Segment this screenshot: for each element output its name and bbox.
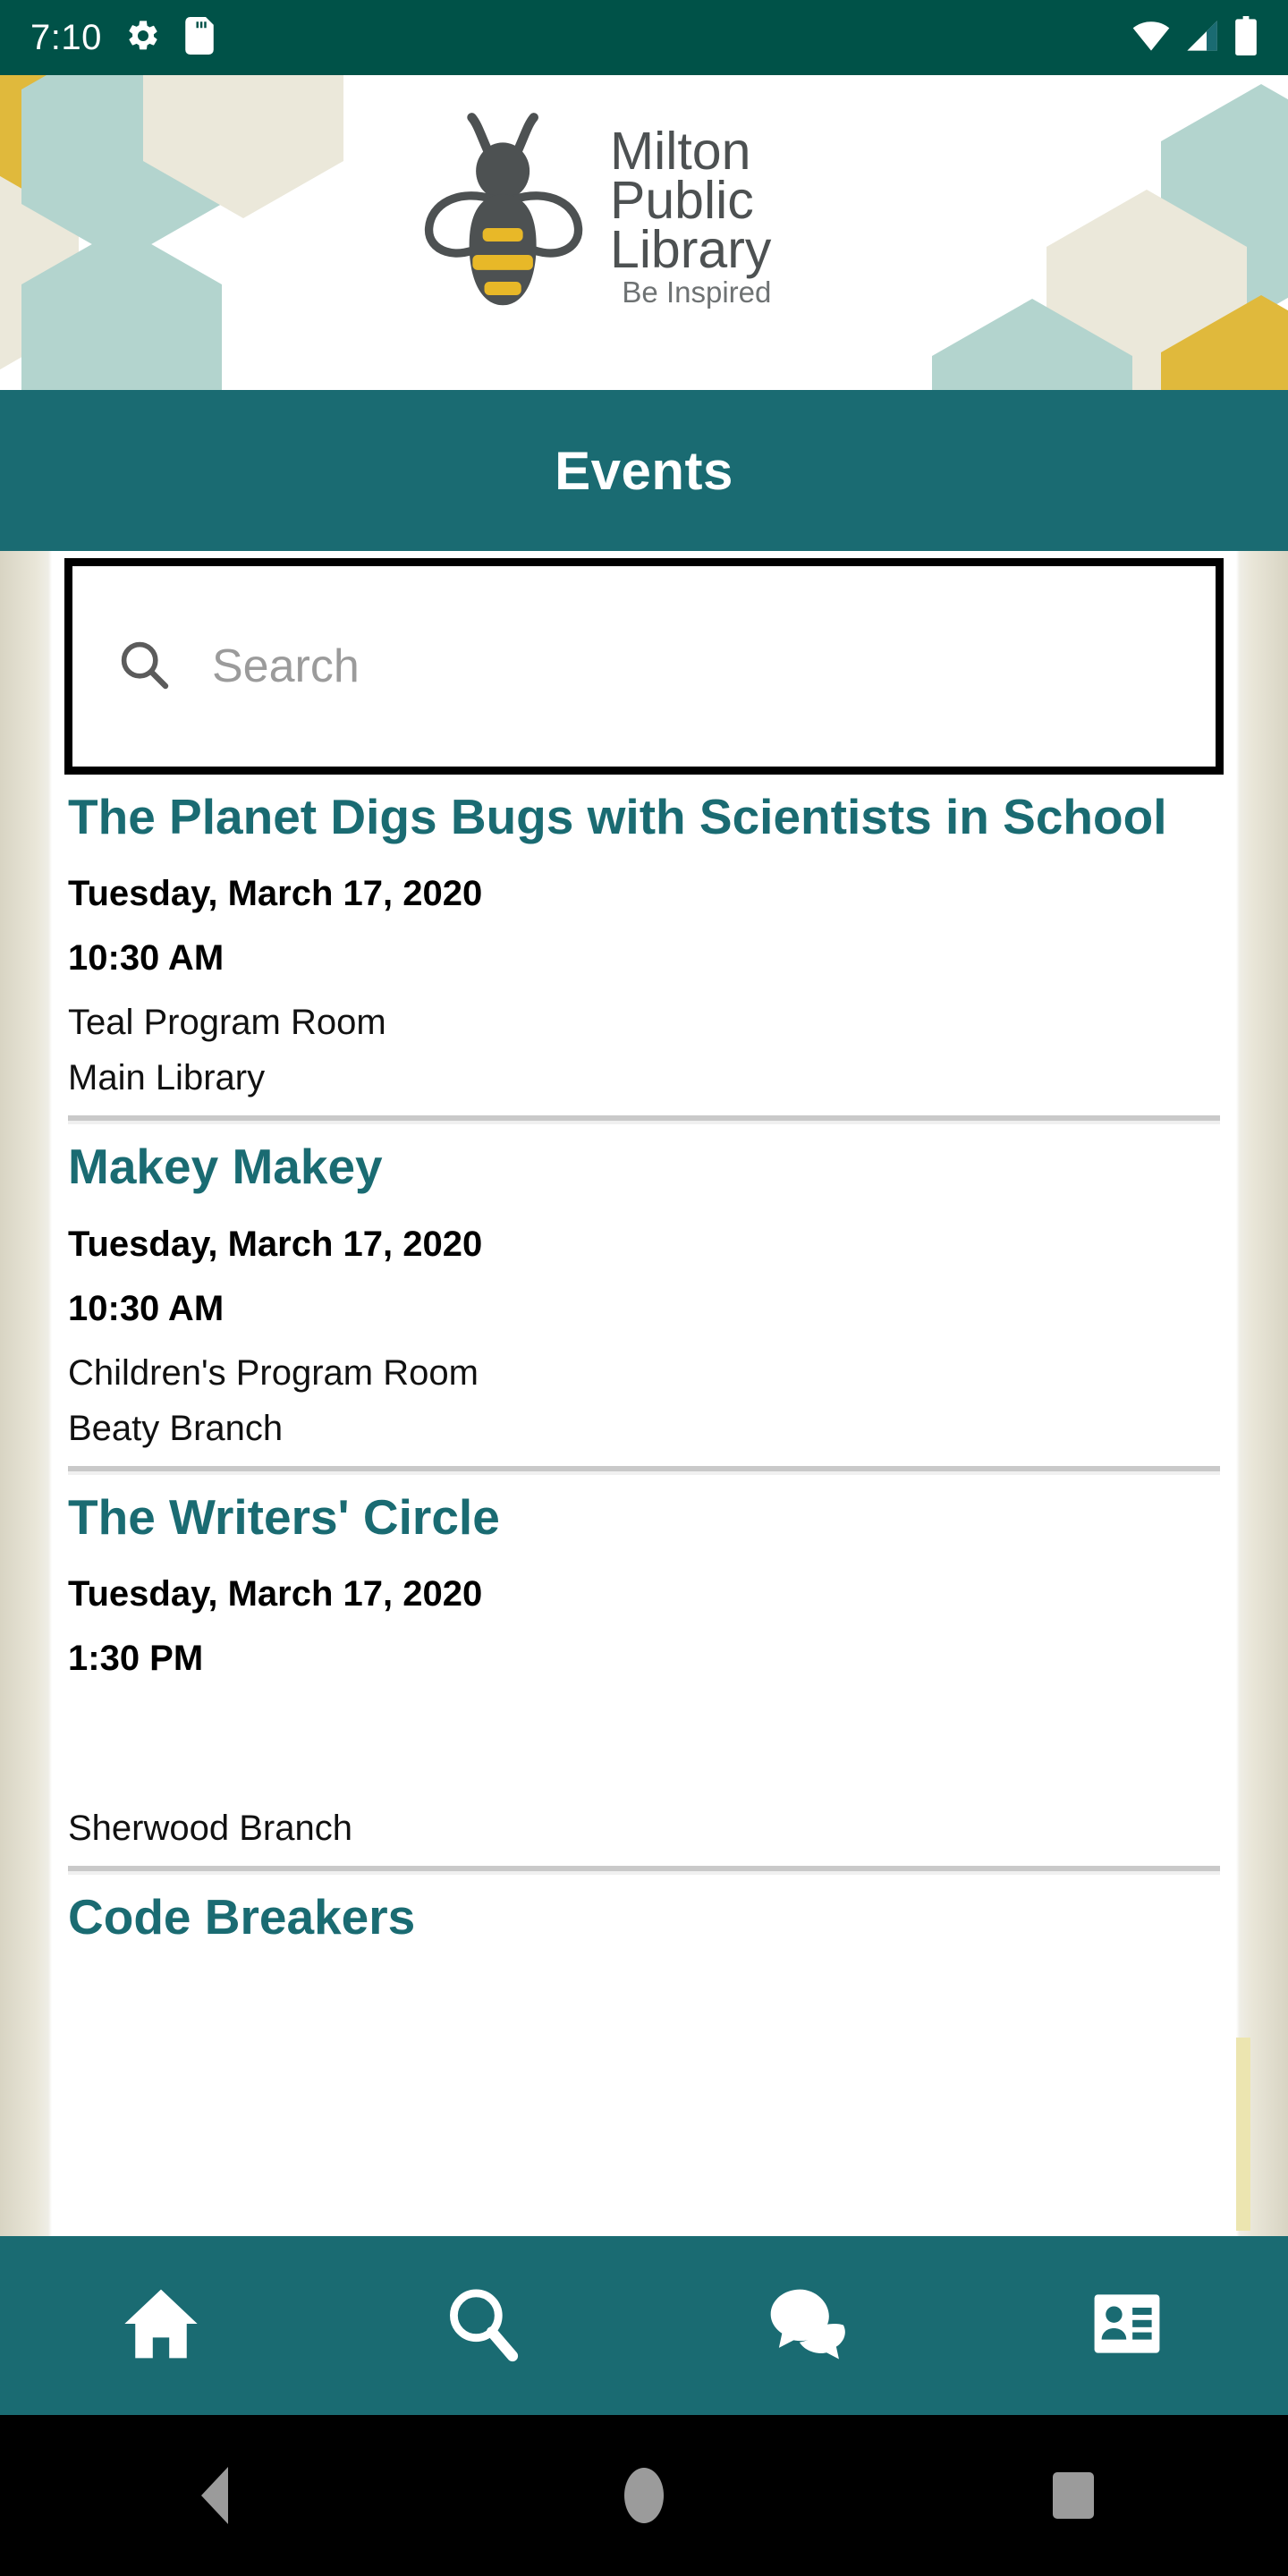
- list-item[interactable]: Code Breakers: [52, 1875, 1236, 1944]
- event-branch: Sherwood Branch: [68, 1809, 352, 1849]
- vertical-scrollbar[interactable]: [1236, 2038, 1250, 2231]
- search-placeholder: Search: [212, 640, 360, 692]
- event-title[interactable]: The Planet Digs Bugs with Scientists in …: [68, 790, 1220, 843]
- list-divider: [68, 1115, 1220, 1125]
- content-area[interactable]: Search The Planet Digs Bugs with Scienti…: [0, 551, 1288, 2236]
- bottom-navigation-bar: [0, 2236, 1288, 2415]
- event-date: Tuesday, March 17, 2020: [68, 1574, 483, 1614]
- search-row: Search: [52, 551, 1236, 775]
- brand-tagline: Be Inspired: [622, 275, 772, 309]
- content-panel: Search The Planet Digs Bugs with Scienti…: [52, 551, 1236, 2236]
- status-bar-left: 7:10: [30, 16, 215, 59]
- event-title[interactable]: The Writers' Circle: [68, 1490, 1220, 1544]
- events-list: The Planet Digs Bugs with Scientists in …: [52, 775, 1236, 1945]
- android-navigation-bar: [0, 2415, 1288, 2576]
- status-bar-right: [1132, 15, 1258, 60]
- search-input[interactable]: Search: [64, 558, 1224, 775]
- event-room: Children's Program Room: [68, 1352, 479, 1393]
- brand-line-2: Public: [610, 170, 754, 230]
- wifi-icon: [1132, 17, 1170, 59]
- list-item[interactable]: Makey Makey Tuesday, March 17, 2020 10:3…: [52, 1124, 1236, 1475]
- event-title[interactable]: Makey Makey: [68, 1140, 1220, 1193]
- list-divider: [68, 1465, 1220, 1475]
- event-time: 10:30 AM: [68, 1288, 225, 1328]
- list-item[interactable]: The Writers' Circle Tuesday, March 17, 2…: [52, 1475, 1236, 1876]
- chat-bubbles-icon: [764, 2283, 846, 2369]
- app-screen: 7:10 Milton Public Library Be Inspired E…: [0, 0, 1288, 2576]
- event-branch: Main Library: [68, 1058, 266, 1098]
- list-item[interactable]: The Planet Digs Bugs with Scientists in …: [52, 775, 1236, 1125]
- android-back-button[interactable]: [0, 2467, 429, 2524]
- battery-icon: [1234, 15, 1258, 60]
- nav-card-button[interactable]: [966, 2236, 1288, 2415]
- nav-search-button[interactable]: [322, 2236, 644, 2415]
- page-header: Events: [0, 390, 1288, 551]
- recents-square-icon: [1053, 2472, 1094, 2519]
- search-icon: [115, 636, 173, 698]
- gear-icon: [125, 18, 161, 58]
- status-bar: 7:10: [0, 0, 1288, 75]
- contact-card-icon: [1086, 2283, 1168, 2369]
- event-branch: Beaty Branch: [68, 1408, 284, 1448]
- nav-home-button[interactable]: [0, 2236, 322, 2415]
- bee-icon: [420, 107, 589, 326]
- home-icon: [120, 2283, 202, 2369]
- sd-card-icon: [184, 16, 215, 59]
- event-title[interactable]: Code Breakers: [68, 1890, 1220, 1944]
- search-icon: [442, 2283, 524, 2369]
- home-circle-icon: [624, 2468, 664, 2523]
- event-time: 10:30 AM: [68, 938, 225, 979]
- event-time: 1:30 PM: [68, 1639, 204, 1679]
- library-logo: Milton Public Library Be Inspired: [420, 107, 771, 326]
- event-date: Tuesday, March 17, 2020: [68, 874, 483, 914]
- library-wordmark: Milton Public Library Be Inspired: [610, 121, 772, 309]
- android-recents-button[interactable]: [859, 2472, 1288, 2519]
- event-room: Teal Program Room: [68, 1003, 386, 1043]
- brand-line-1: Milton: [610, 121, 751, 181]
- status-clock: 7:10: [30, 18, 102, 57]
- nav-chat-button[interactable]: [644, 2236, 966, 2415]
- list-divider: [68, 1866, 1220, 1876]
- logo-banner: Milton Public Library Be Inspired: [0, 75, 1288, 390]
- cellular-signal-icon: [1184, 17, 1220, 59]
- page-title: Events: [555, 440, 733, 501]
- event-room: [68, 1703, 1220, 1792]
- back-triangle-icon: [201, 2467, 228, 2524]
- brand-line-3: Library: [610, 219, 772, 279]
- event-date: Tuesday, March 17, 2020: [68, 1224, 483, 1264]
- android-home-button[interactable]: [429, 2468, 859, 2523]
